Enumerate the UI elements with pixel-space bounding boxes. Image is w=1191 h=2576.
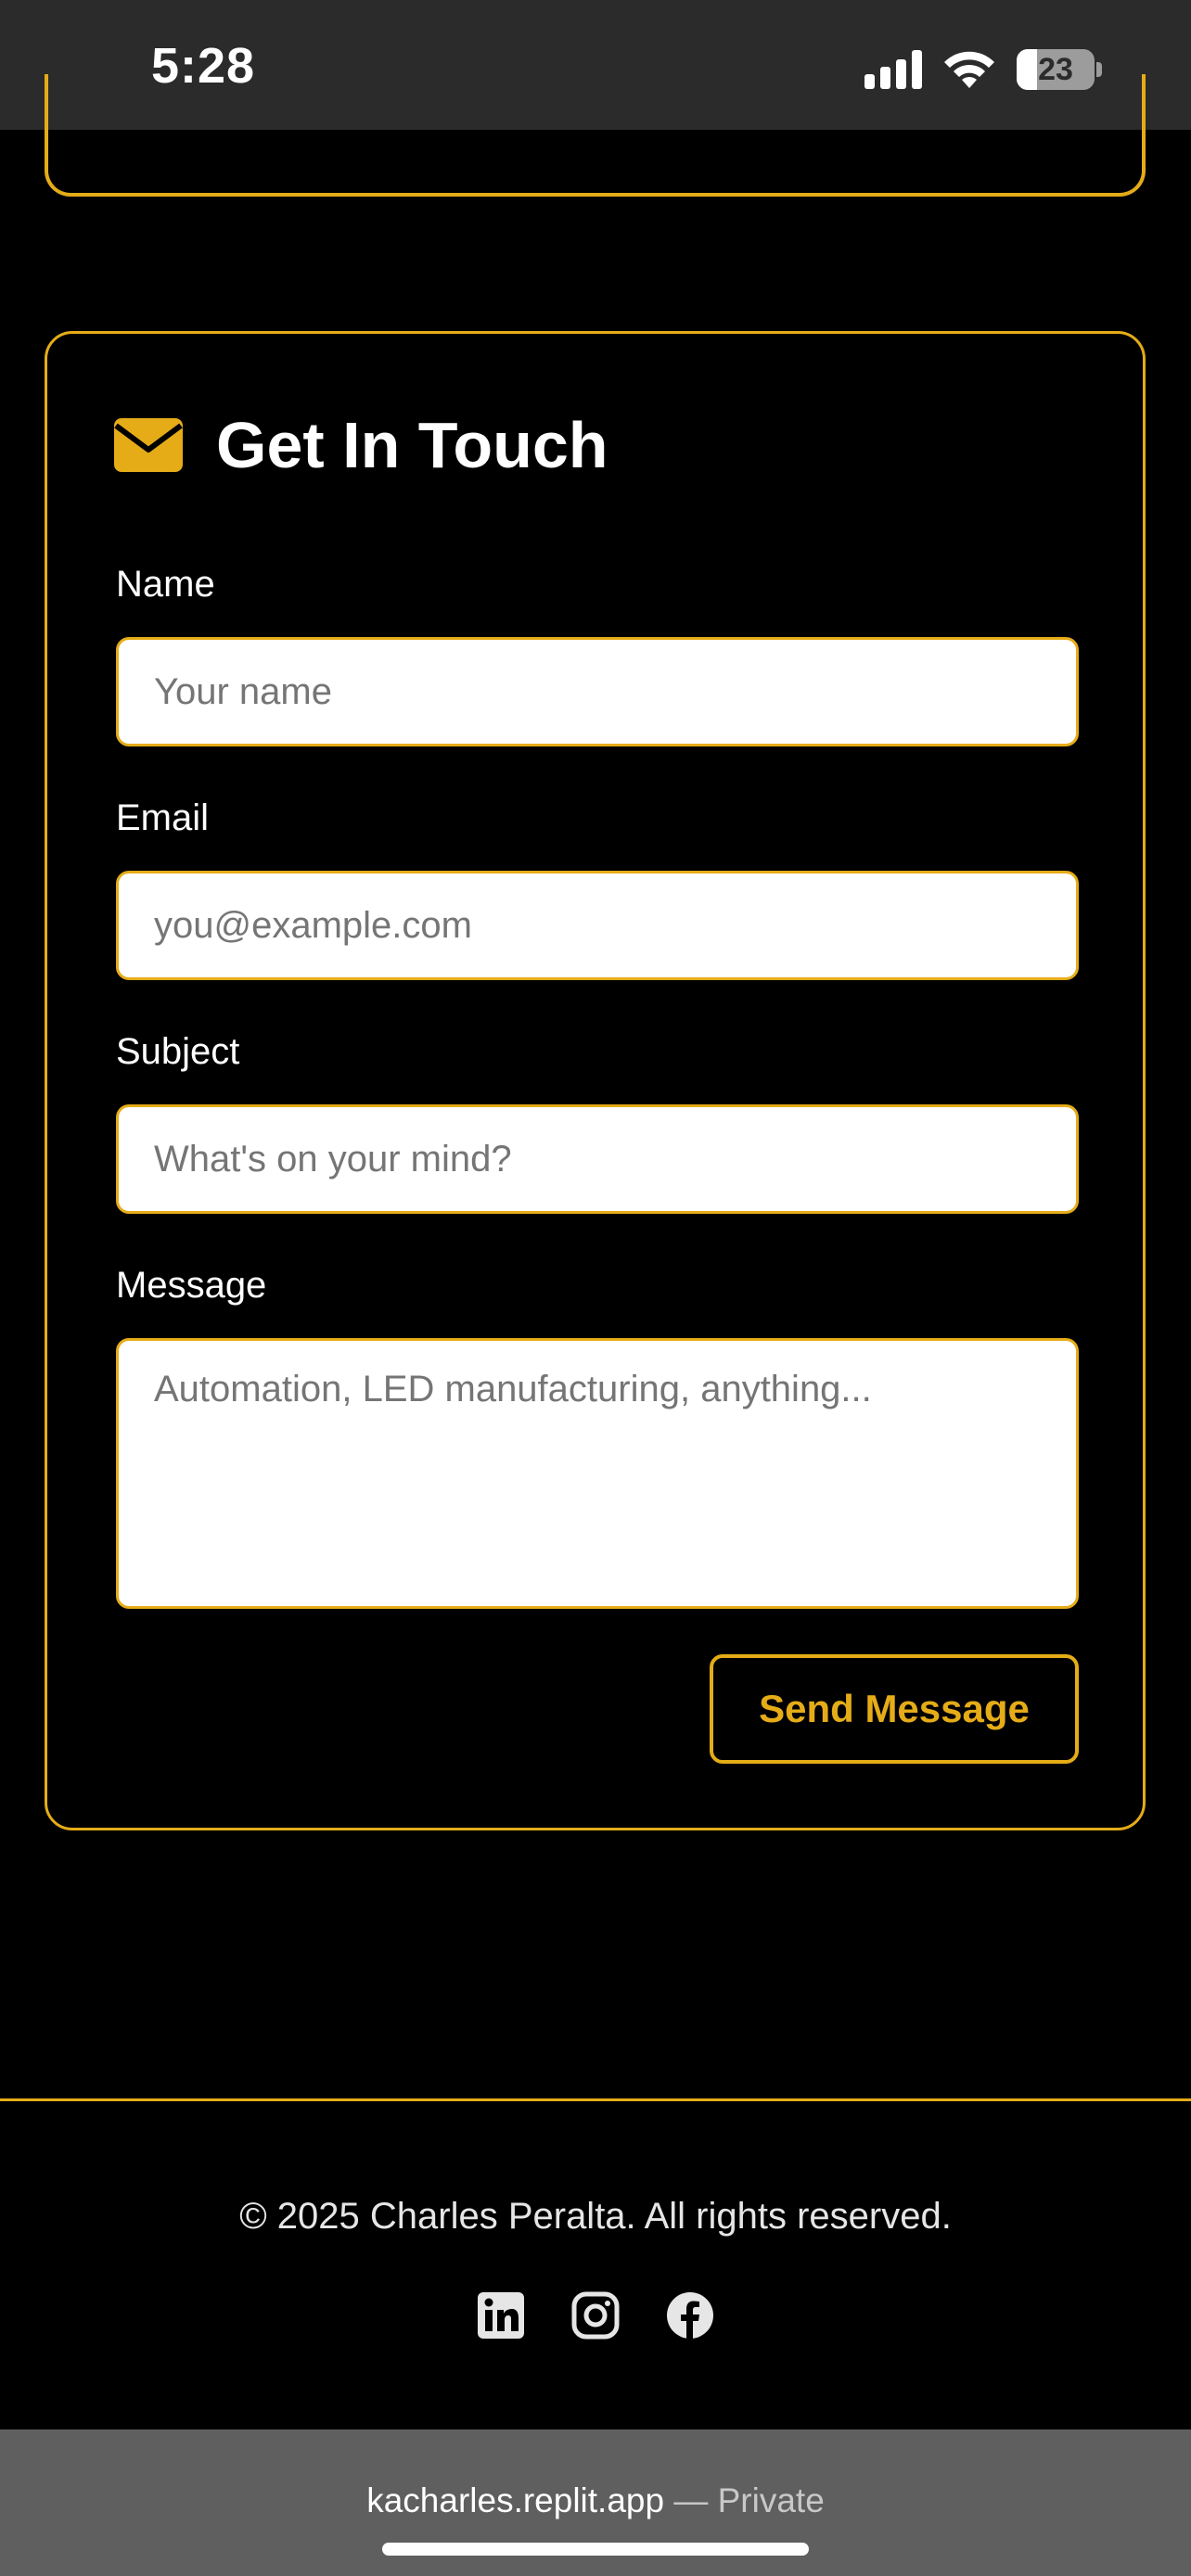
subject-input[interactable] <box>116 1104 1079 1214</box>
envelope-icon <box>114 418 183 472</box>
home-indicator[interactable] <box>382 2543 809 2556</box>
message-textarea[interactable] <box>116 1338 1079 1609</box>
email-label: Email <box>116 797 210 838</box>
copyright-text: © 2025 Charles Peralta. All rights reser… <box>239 2196 952 2237</box>
previous-section-card <box>45 74 1146 197</box>
email-input[interactable] <box>116 871 1079 980</box>
contact-form-card: Get In Touch Name Email Subject Message … <box>45 331 1146 1830</box>
contact-header: Get In Touch <box>114 408 608 482</box>
contact-title: Get In Touch <box>216 409 608 481</box>
social-links <box>0 2290 1191 2340</box>
name-label: Name <box>116 564 215 605</box>
name-input[interactable] <box>116 637 1079 746</box>
page: 5:28 23 Get In Touch Name Your name Emai… <box>0 0 1191 2576</box>
url-domain: kacharles.replit.app <box>366 2481 665 2519</box>
facebook-icon[interactable] <box>665 2290 715 2340</box>
footer-divider <box>0 2098 1191 2101</box>
subject-label: Subject <box>116 1031 240 1072</box>
private-mode-label: Private <box>717 2481 825 2519</box>
instagram-icon[interactable] <box>570 2290 621 2340</box>
url-separator: — <box>673 2481 709 2519</box>
url-display[interactable]: kacharles.replit.app — Private <box>0 2481 1191 2520</box>
linkedin-icon[interactable] <box>476 2290 526 2340</box>
browser-address-bar[interactable]: kacharles.replit.app — Private <box>0 2429 1191 2576</box>
message-label: Message <box>116 1265 267 1306</box>
send-message-button[interactable]: Send Message <box>710 1654 1079 1764</box>
